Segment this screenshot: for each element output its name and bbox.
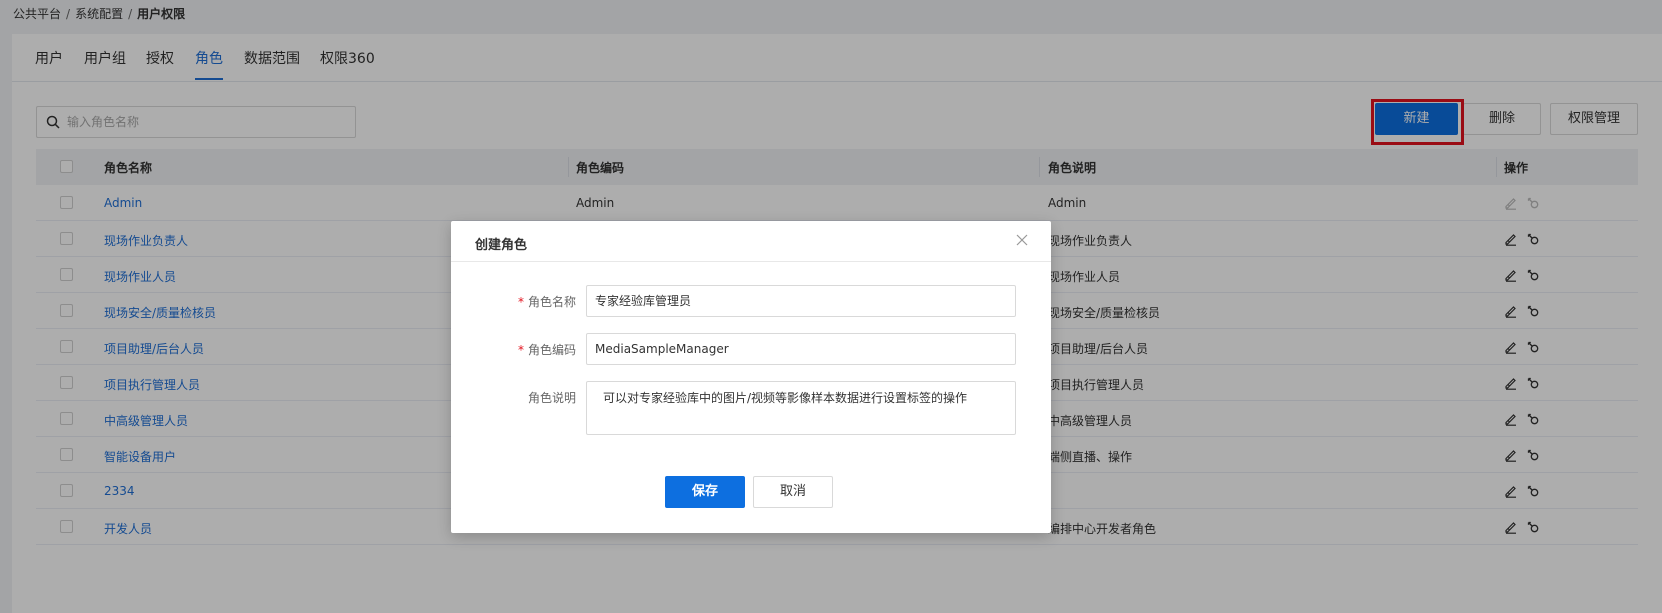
dialog-title: 创建角色	[475, 238, 528, 253]
required-mark: *	[517, 295, 524, 309]
cancel-button[interactable]: 取消	[753, 476, 833, 508]
required-mark: *	[517, 343, 524, 357]
create-role-dialog: 创建角色 * 角色名称 专家经验库管理员 * 角色编码 MediaSampleMan…	[451, 221, 1051, 533]
role-code-field[interactable]: MediaSampleManager	[586, 333, 1016, 365]
role-desc-label: 角色说明	[527, 391, 576, 405]
role-name-label: * 角色名称	[517, 295, 576, 309]
close-icon[interactable]	[1015, 233, 1029, 247]
save-button[interactable]: 保存	[665, 476, 745, 508]
dialog-header: 创建角色	[451, 221, 1051, 262]
role-name-field[interactable]: 专家经验库管理员	[586, 285, 1016, 317]
role-desc-field[interactable]: 可以对专家经验库中的图片/视频等影像样本数据进行设置标签的操作	[586, 381, 1016, 435]
role-code-label: * 角色编码	[517, 343, 576, 357]
